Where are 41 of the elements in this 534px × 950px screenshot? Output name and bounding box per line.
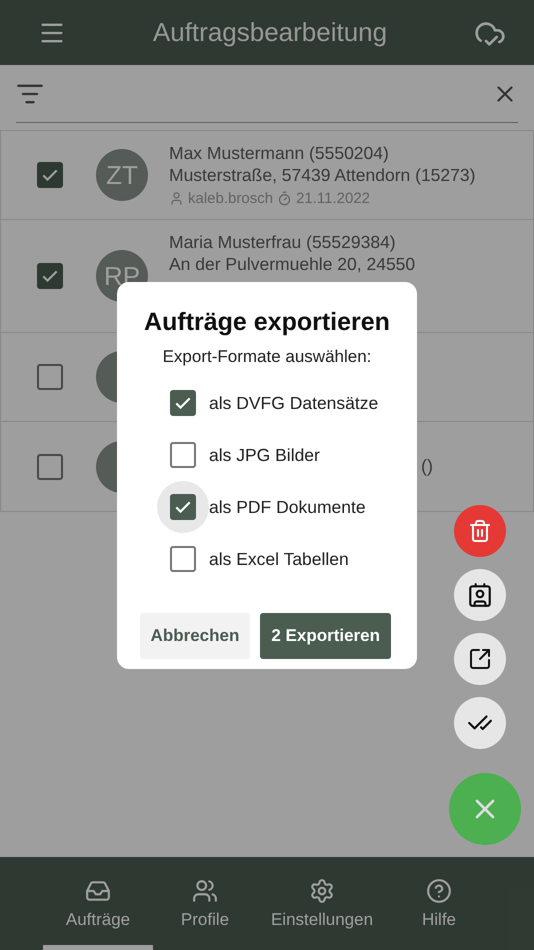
order-date: 21.11.2022 (296, 190, 370, 207)
external-link-icon (468, 647, 492, 671)
help-icon (426, 878, 452, 904)
row-checkbox[interactable] (37, 263, 63, 289)
order-line: () (421, 456, 433, 477)
row-checkbox[interactable] (37, 162, 63, 188)
nav-tab[interactable]: Profile (153, 857, 257, 950)
format-checkbox[interactable] (170, 390, 196, 416)
timer-icon (277, 191, 292, 206)
person-icon (169, 191, 184, 206)
format-label: als Excel Tabellen (209, 548, 349, 570)
row-checkbox[interactable] (37, 454, 63, 480)
check-all-button[interactable] (454, 697, 506, 749)
order-row[interactable]: ZT Max Mustermann (5550204) Musterstraße, 57439 Attendorn (15273) kaleb.brosch 21.11.2022 (0, 130, 534, 220)
export-button[interactable]: 2 Exportieren (260, 613, 391, 659)
format-checkbox[interactable] (170, 494, 196, 520)
format-label: als DVFG Datensätze (209, 392, 378, 414)
export-button[interactable] (454, 633, 506, 685)
initials-avatar: ZT (96, 149, 148, 201)
user-name: kaleb.brosch (188, 190, 274, 207)
contact-card-icon (467, 582, 493, 608)
app-title: Auftragsbearbeitung (152, 17, 388, 48)
nav-tab[interactable]: Hilfe (387, 857, 491, 950)
contact-button[interactable] (454, 569, 506, 621)
nav-tab[interactable]: Aufträge (43, 857, 153, 950)
order-line: Maria Musterfrau (55529384) (169, 232, 397, 253)
cancel-button[interactable]: Abbrechen (140, 613, 250, 659)
people-icon (192, 878, 218, 904)
delete-button[interactable] (454, 505, 506, 557)
row-checkbox[interactable] (37, 364, 63, 390)
format-label: als PDF Dokumente (209, 496, 366, 518)
order-line: An der Pulvermuehle 20, 24550 (169, 254, 416, 275)
dialog-subtitle: Export-Formate auswählen: (162, 347, 372, 367)
order-line: Musterstraße, 57439 Attendorn (15273) (169, 165, 476, 186)
gear-icon (309, 878, 335, 904)
trash-icon (468, 519, 492, 543)
order-line: Max Mustermann (5550204) (169, 143, 390, 164)
format-checkbox[interactable] (170, 546, 196, 572)
format-label: als JPG Bilder (209, 444, 320, 466)
format-checkbox[interactable] (170, 442, 196, 468)
nav-tab[interactable]: Einstellungen (257, 857, 387, 950)
